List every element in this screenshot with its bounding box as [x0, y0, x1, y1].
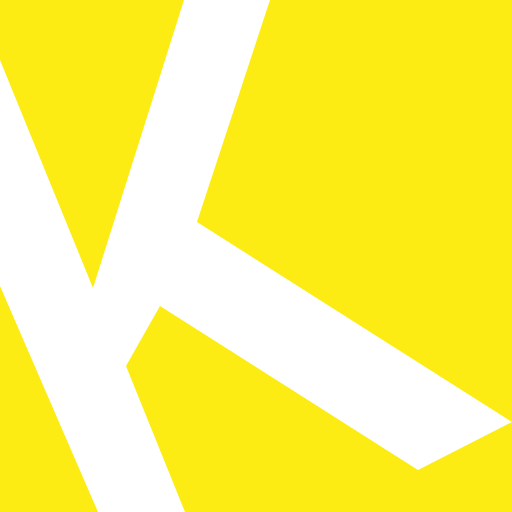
k-logo-icon [0, 0, 512, 512]
app-icon-tile [0, 0, 512, 512]
